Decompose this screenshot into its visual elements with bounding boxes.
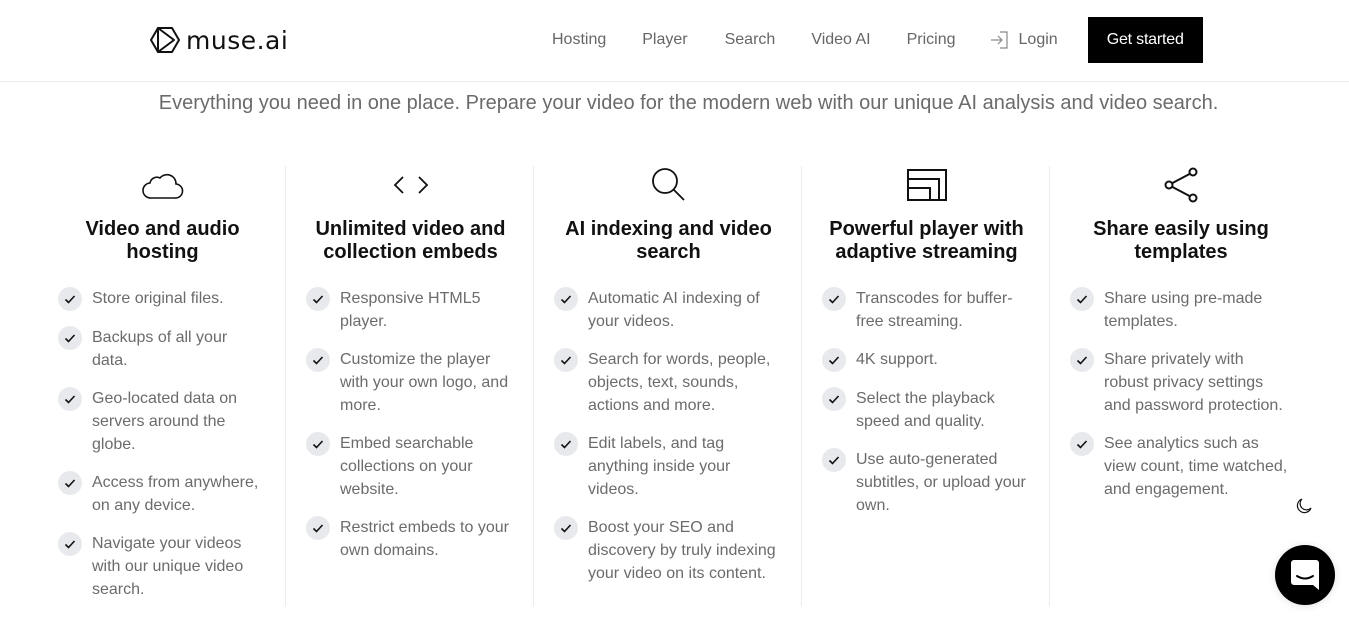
- login-link[interactable]: Login: [989, 30, 1058, 50]
- feature-title: Powerful player with adaptive streaming: [829, 218, 1024, 263]
- list-item: Use auto-generated subtitles, or upload …: [822, 448, 1031, 517]
- feature-list: Store original files. Backups of all you…: [58, 287, 267, 601]
- feature-list: Responsive HTML5 player. Customize the p…: [306, 287, 515, 562]
- list-item: Store original files.: [58, 287, 267, 311]
- logo-link[interactable]: muse.ai: [150, 24, 288, 56]
- check-icon: [554, 348, 578, 372]
- check-icon: [306, 516, 330, 540]
- feature-column-embeds: Unlimited video and collection embeds Re…: [285, 166, 533, 606]
- site-header: muse.ai Hosting Player Search Video AI P…: [0, 0, 1349, 82]
- list-item: Geo-located data on servers around the g…: [58, 387, 267, 456]
- check-icon: [1070, 348, 1094, 372]
- main-nav: Hosting Player Search Video AI Pricing L…: [552, 17, 1203, 63]
- check-icon: [822, 348, 846, 372]
- logo-text: muse.ai: [186, 25, 289, 55]
- player-layout-icon: [906, 169, 947, 201]
- list-item: Share privately with robust privacy sett…: [1070, 348, 1292, 417]
- feature-column-ai-search: AI indexing and video search Automatic A…: [533, 166, 801, 606]
- check-icon: [58, 387, 82, 411]
- search-icon: [651, 168, 685, 201]
- intro-text: Everything you need in one place. Prepar…: [158, 92, 1219, 114]
- check-icon: [306, 348, 330, 372]
- nav-hosting[interactable]: Hosting: [552, 31, 606, 49]
- check-icon: [1070, 287, 1094, 311]
- feature-column-hosting: Video and audio hosting Store original f…: [38, 166, 285, 606]
- check-icon: [58, 471, 82, 495]
- list-item: Restrict embeds to your own domains.: [306, 516, 515, 562]
- feature-title: Share easily using templates: [1093, 218, 1269, 263]
- feature-title: AI indexing and video search: [565, 218, 772, 263]
- get-started-button[interactable]: Get started: [1087, 17, 1203, 63]
- code-icon: [393, 176, 428, 194]
- list-item: Responsive HTML5 player.: [306, 287, 515, 333]
- login-label: Login: [1018, 31, 1058, 48]
- list-item: Navigate your videos with our unique vid…: [58, 532, 267, 601]
- list-item: Embed searchable collections on your web…: [306, 432, 515, 501]
- check-icon: [58, 287, 82, 311]
- list-item: Automatic AI indexing of your videos.: [554, 287, 783, 333]
- feature-list: Automatic AI indexing of your videos. Se…: [554, 287, 783, 585]
- feature-column-player: Powerful player with adaptive streaming …: [801, 166, 1049, 606]
- list-item: Customize the player with your own logo,…: [306, 348, 515, 417]
- share-icon: [1164, 167, 1198, 203]
- check-icon: [58, 532, 82, 556]
- check-icon: [554, 432, 578, 456]
- check-icon: [1070, 432, 1094, 456]
- features-grid: Video and audio hosting Store original f…: [38, 166, 1310, 606]
- list-item: 4K support.: [822, 348, 1031, 372]
- list-item: Share using pre-made templates.: [1070, 287, 1292, 333]
- feature-column-share: Share easily using templates Share using…: [1049, 166, 1310, 606]
- muse-logo-icon: [150, 27, 180, 53]
- cloud-icon: [141, 173, 183, 199]
- list-item: Access from anywhere, on any device.: [58, 471, 267, 517]
- feature-title: Video and audio hosting: [85, 218, 240, 263]
- list-item: Backups of all your data.: [58, 326, 267, 372]
- check-icon: [822, 287, 846, 311]
- moon-icon: [1296, 498, 1312, 514]
- check-icon: [58, 326, 82, 350]
- feature-list: Share using pre-made templates. Share pr…: [1070, 287, 1292, 501]
- check-icon: [306, 287, 330, 311]
- nav-pricing[interactable]: Pricing: [907, 31, 956, 49]
- nav-search[interactable]: Search: [725, 31, 776, 49]
- check-icon: [822, 387, 846, 411]
- list-item: Edit labels, and tag anything inside you…: [554, 432, 783, 501]
- list-item: Boost your SEO and discovery by truly in…: [554, 516, 783, 585]
- nav-video-ai[interactable]: Video AI: [811, 31, 870, 49]
- check-icon: [554, 516, 578, 540]
- login-icon: [990, 31, 1008, 49]
- feature-list: Transcodes for buffer-free streaming. 4K…: [822, 287, 1031, 517]
- list-item: See analytics such as view count, time w…: [1070, 432, 1292, 501]
- nav-player[interactable]: Player: [642, 31, 687, 49]
- list-item: Transcodes for buffer-free streaming.: [822, 287, 1031, 333]
- check-icon: [306, 432, 330, 456]
- check-icon: [554, 287, 578, 311]
- feature-title: Unlimited video and collection embeds: [315, 218, 506, 263]
- check-icon: [822, 448, 846, 472]
- theme-toggle-button[interactable]: [1294, 496, 1314, 516]
- list-item: Search for words, people, objects, text,…: [554, 348, 783, 417]
- list-item: Select the playback speed and quality.: [822, 387, 1031, 433]
- chat-launcher-button[interactable]: [1275, 545, 1335, 605]
- chat-icon: [1291, 560, 1319, 590]
